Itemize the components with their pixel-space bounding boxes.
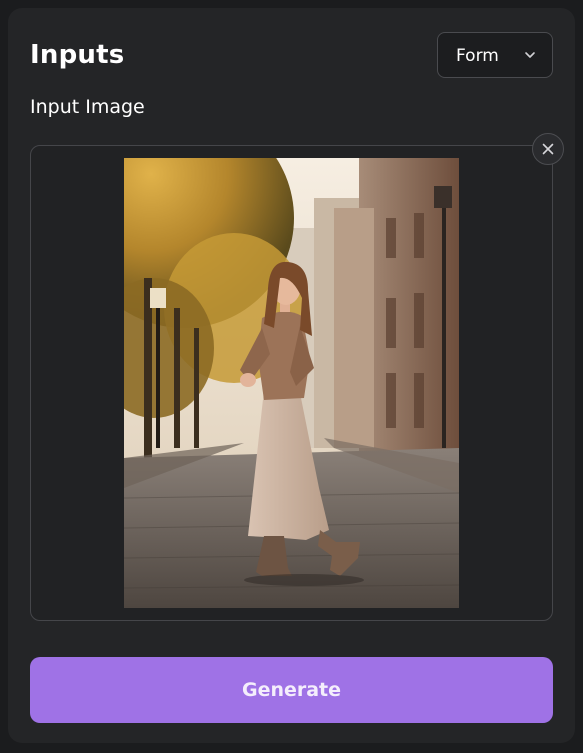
generate-button[interactable]: Generate [30, 657, 553, 723]
remove-image-button[interactable] [532, 133, 564, 165]
inputs-panel: Inputs Form Input Image Generate [8, 8, 575, 743]
photo-illustration [124, 158, 459, 608]
input-image-label: Input Image [30, 96, 145, 118]
mode-dropdown-value: Form [456, 46, 499, 66]
uploaded-photo [124, 158, 459, 608]
close-icon [542, 143, 554, 155]
chevron-down-icon [525, 52, 535, 58]
panel-title: Inputs [30, 40, 125, 70]
mode-dropdown[interactable]: Form [437, 32, 553, 78]
